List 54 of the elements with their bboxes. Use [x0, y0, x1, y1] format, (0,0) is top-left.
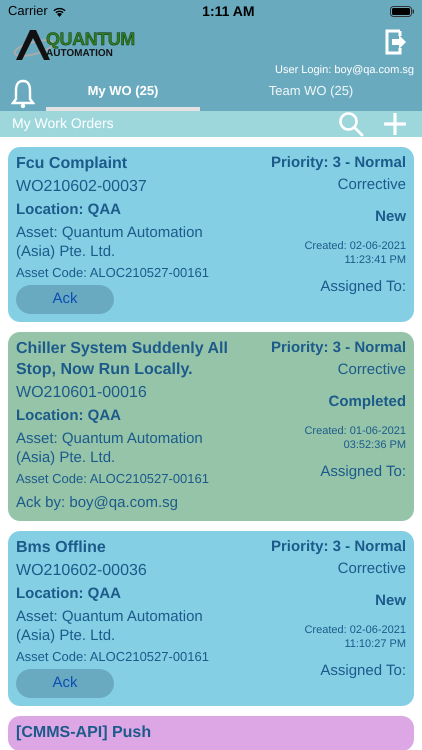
location-text: Location: QAA — [16, 406, 121, 426]
assigned-to-text: Assigned To: — [320, 276, 406, 296]
asset-text: Asset: Quantum Automation (Asia) Pte. Ltd. — [16, 428, 204, 466]
carrier-text: Carrier — [8, 2, 48, 20]
type-text: Corrective — [338, 360, 406, 380]
location-text: Location: QAA — [16, 200, 121, 220]
asset-code-text: Asset Code: ALOC210527-00161 — [16, 648, 209, 666]
work-order-title: Fcu Complaint — [16, 154, 128, 174]
created-time: 11:23:41 PM — [344, 252, 406, 266]
work-order-title: Chiller System Suddenly All Stop, Now Run Locally. — [16, 338, 229, 380]
logout-icon[interactable] — [384, 28, 408, 56]
wifi-icon — [52, 6, 67, 16]
type-text: Corrective — [338, 174, 406, 194]
work-order-title: Bms Offline — [16, 538, 106, 558]
logo-top-text: QUANTUM — [46, 30, 135, 48]
priority-text: Priority: 3 - Normal — [270, 152, 406, 172]
type-text: Corrective — [338, 558, 406, 578]
ack-button[interactable]: Ack — [16, 284, 114, 314]
work-order-card[interactable]: Fcu Complaint WO210602-00037 Location: QAA Asset: Quantum Automation (Asia) Pte. Ltd. Asset Code: ALOC210527-00161 Ack Priority: 3 - Normal Corrective New Created: 02-06-2021 11:23:41 PM Assigned To: — [8, 146, 414, 322]
created-time: 11:10:27 PM — [344, 636, 406, 650]
asset-text: Asset: Quantum Automation (Asia) Pte. Ltd. — [16, 222, 204, 260]
work-order-card[interactable]: Bms Offline WO210602-00036 Location: QAA Asset: Quantum Automation (Asia) Pte. Ltd. Asset Code: ALOC210527-00161 Ack Priority: 3 - Normal Corrective New Created: 02-06-2021 11:10:27 PM Assigned To: — [8, 530, 414, 706]
assigned-to-text: Assigned To: — [320, 462, 406, 482]
tab[interactable]: Team WO (25) — [200, 76, 422, 110]
bell-icon[interactable] — [11, 78, 35, 108]
status-text: New — [375, 206, 406, 226]
toolbar-title: My Work Orders — [12, 114, 114, 133]
created-time: 03:52:36 PM — [344, 438, 406, 452]
status-text: Completed — [328, 392, 406, 412]
work-order-card[interactable]: [CMMS-API] Push — [8, 716, 414, 750]
clock-text: 1:11 AM — [202, 2, 255, 20]
add-icon[interactable] — [384, 112, 406, 134]
asset-code-text: Asset Code: ALOC210527-00161 — [16, 264, 209, 282]
work-order-number: WO210602-00036 — [16, 560, 147, 580]
work-order-number: WO210601-00016 — [16, 382, 147, 402]
work-order-card[interactable] — [8, 332, 414, 520]
created-date: Created: 01-06-2021 — [304, 424, 406, 438]
assigned-to-text: Assigned To: — [320, 660, 406, 680]
asset-code-text: Asset Code: ALOC210527-00161 — [16, 470, 209, 488]
status-text: New — [375, 590, 406, 610]
logo-bottom-text: AUTOMATION — [46, 48, 113, 60]
ack-button[interactable]: Ack — [16, 668, 114, 698]
asset-text: Asset: Quantum Automation (Asia) Pte. Ltd. — [16, 606, 204, 644]
user-login-text: User Login: boy@qa.com.sg — [275, 63, 414, 78]
battery-icon — [390, 6, 414, 16]
priority-text: Priority: 3 - Normal — [270, 536, 406, 556]
search-icon[interactable] — [338, 110, 364, 136]
created-date: Created: 02-06-2021 — [304, 622, 406, 636]
priority-text: Priority: 3 - Normal — [270, 338, 406, 358]
location-text: Location: QAA — [16, 584, 121, 604]
created-date: Created: 02-06-2021 — [304, 238, 406, 252]
ack-by-text: Ack by: boy@qa.com.sg — [16, 492, 178, 512]
work-order-title: [CMMS-API] Push — [16, 722, 152, 742]
work-order-number: WO210602-00037 — [16, 176, 147, 196]
